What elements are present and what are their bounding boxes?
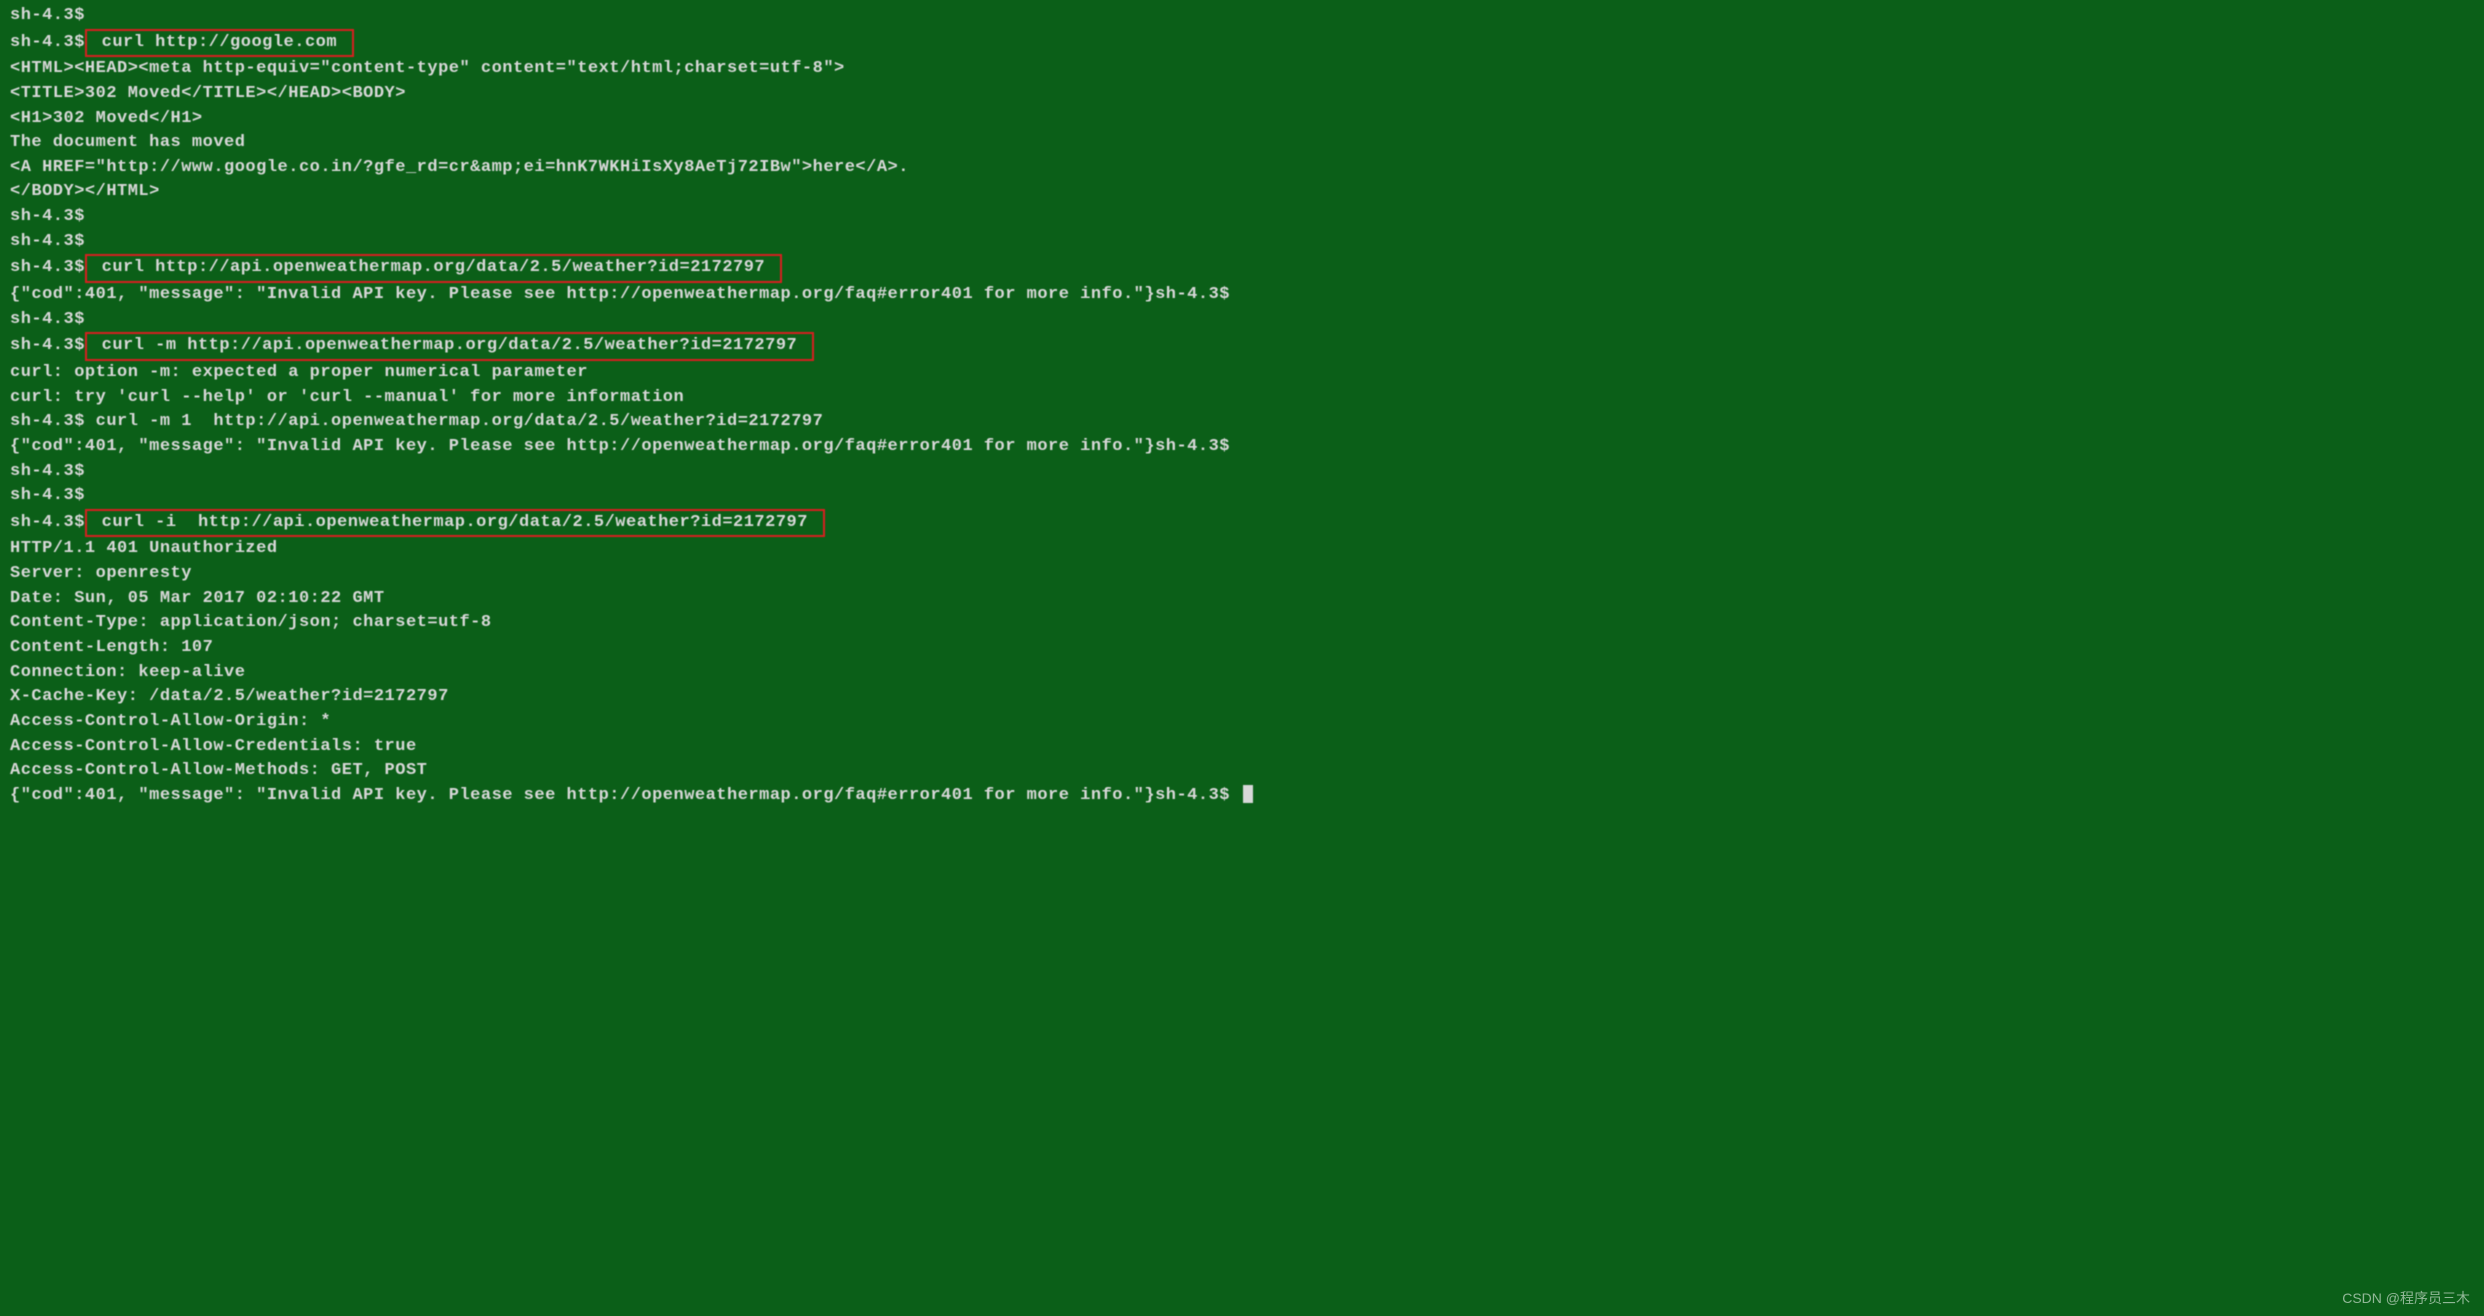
output-line: <HTML><HEAD><meta http-equiv="content-ty… [10,57,2474,82]
prompt-line: sh-4.3$ [10,308,2474,333]
output-line: Server: openresty [10,562,2474,587]
terminal-output: sh-4.3$ sh-4.3$ curl http://google.com <… [10,4,2474,809]
output-line: Access-Control-Allow-Methods: GET, POST [10,759,2474,784]
output-line: <A HREF="http://www.google.co.in/?gfe_rd… [10,156,2474,181]
prompt-line: sh-4.3$ [10,484,2474,509]
output-line: </BODY></HTML> [10,180,2474,205]
shell-prompt: sh-4.3$ [10,256,85,281]
command-row-2: sh-4.3$ curl http://api.openweathermap.o… [10,254,2474,283]
output-line: Content-Type: application/json; charset=… [10,611,2474,636]
output-line: <TITLE>302 Moved</TITLE></HEAD><BODY> [10,82,2474,107]
output-line: curl: try 'curl --help' or 'curl --manua… [10,386,2474,411]
output-line: Date: Sun, 05 Mar 2017 02:10:22 GMT [10,587,2474,612]
command-row-4: sh-4.3$ curl -i http://api.openweatherma… [10,509,2474,538]
output-line: Access-Control-Allow-Origin: * [10,710,2474,735]
command-row-3: sh-4.3$ curl -m http://api.openweatherma… [10,332,2474,361]
prompt-line: sh-4.3$ [10,230,2474,255]
output-line: X-Cache-Key: /data/2.5/weather?id=217279… [10,685,2474,710]
output-line: {"cod":401, "message": "Invalid API key.… [10,283,2474,308]
command-highlight-3: curl -m http://api.openweathermap.org/da… [85,332,814,361]
output-line: Connection: keep-alive [10,661,2474,686]
command-row-1: sh-4.3$ curl http://google.com [10,29,2474,58]
shell-prompt: sh-4.3$ [10,31,85,56]
watermark: CSDN @程序员三木 [2342,1288,2470,1308]
command-highlight-2: curl http://api.openweathermap.org/data/… [85,254,782,283]
output-line: The document has moved [10,131,2474,156]
output-line: {"cod":401, "message": "Invalid API key.… [10,435,2474,460]
output-line: HTTP/1.1 401 Unauthorized [10,537,2474,562]
command-highlight-1: curl http://google.com [85,29,354,58]
command-highlight-4: curl -i http://api.openweathermap.org/da… [85,509,825,538]
prompt-line: sh-4.3$ [10,4,2474,29]
shell-prompt: sh-4.3$ [10,334,85,359]
output-line: Content-Length: 107 [10,636,2474,661]
cursor [1243,785,1253,803]
shell-prompt: sh-4.3$ [10,511,85,536]
output-line: curl: option -m: expected a proper numer… [10,361,2474,386]
command-line: sh-4.3$ curl -m 1 http://api.openweather… [10,410,2474,435]
prompt-line: sh-4.3$ [10,460,2474,485]
output-line: {"cod":401, "message": "Invalid API key.… [10,784,2474,809]
output-line: Access-Control-Allow-Credentials: true [10,735,2474,760]
prompt-line: sh-4.3$ [10,205,2474,230]
output-line: <H1>302 Moved</H1> [10,107,2474,132]
